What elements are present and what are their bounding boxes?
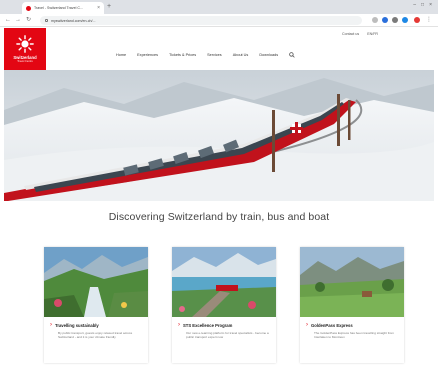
utility-link-contact[interactable]: Contact us [342, 32, 359, 36]
bookmark-star-icon[interactable] [372, 17, 378, 23]
teaser-cards: › Travelling sustainably By public trans… [44, 247, 404, 363]
minimize-icon[interactable]: – [413, 3, 416, 8]
browser-tab-bar: Travel - Switzerland Travel C... × + – □… [0, 0, 438, 14]
sun-logo-icon [16, 34, 34, 53]
address-bar[interactable]: myswitzerland.com/en-ch/... [40, 16, 362, 25]
card-image-valley [300, 247, 404, 317]
maximize-icon[interactable]: □ [421, 3, 424, 8]
profile-avatar-icon[interactable] [414, 17, 420, 23]
logo-subtext: Travel Centre [17, 60, 33, 64]
nav-item-about[interactable]: About Us [233, 53, 249, 57]
reload-icon[interactable]: ↻ [26, 17, 31, 23]
nav-item-home[interactable]: Home [116, 53, 126, 57]
browser-tab-title: Travel - Switzerland Travel C... [34, 6, 83, 10]
nav-item-tickets[interactable]: Tickets & Prices [169, 53, 196, 57]
new-tab-button[interactable]: + [107, 3, 111, 10]
address-url: myswitzerland.com/en-ch/... [51, 18, 96, 23]
teaser-card[interactable]: › GoldenPass Express The GoldenPass Expr… [300, 247, 404, 363]
site-logo[interactable]: Switzerland Travel Centre [4, 28, 46, 70]
browser-toolbar: ← → ↻ myswitzerland.com/en-ch/... ⋮ [0, 14, 438, 27]
chevron-right-icon: › [178, 322, 180, 328]
site-favicon-icon [26, 5, 31, 11]
chevron-right-icon: › [306, 322, 308, 328]
card-image-lake-train [172, 247, 276, 317]
card-text: Our new e-learning platform for travel s… [186, 331, 269, 340]
card-title: Travelling sustainably [55, 322, 99, 328]
nav-item-downloads[interactable]: Downloads [259, 53, 278, 57]
back-icon[interactable]: ← [5, 17, 11, 23]
card-title: STS Excellence Program [183, 322, 233, 328]
browser-menu-icon[interactable]: ⋮ [426, 17, 432, 23]
teaser-card[interactable]: › Travelling sustainably By public trans… [44, 247, 148, 363]
utility-nav: Contact us EN/FR [342, 32, 378, 36]
page-headline: Discovering Switzerland by train, bus an… [108, 211, 330, 223]
nav-item-services[interactable]: Services [207, 53, 222, 57]
card-text: The GoldenPass Express has been travelli… [314, 331, 394, 340]
extension-icon[interactable] [382, 17, 388, 23]
card-text: By public transport, guests enjoy relaxe… [58, 331, 133, 340]
tab-close-icon[interactable]: × [97, 5, 100, 11]
language-switch[interactable]: EN/FR [367, 32, 378, 36]
extension-icon[interactable] [392, 17, 398, 23]
card-image-waterfall [44, 247, 148, 317]
nav-item-experiences[interactable]: Experiences [137, 53, 158, 57]
card-title: GoldenPass Express [311, 322, 353, 328]
search-icon[interactable] [289, 52, 295, 58]
site-header: Switzerland Travel Centre Contact us EN/… [0, 28, 438, 70]
chevron-right-icon: › [50, 322, 52, 328]
window-close-icon[interactable]: × [429, 3, 432, 8]
lock-icon [45, 19, 48, 22]
teaser-card[interactable]: › STS Excellence Program Our new e-learn… [172, 247, 276, 363]
extension-icon[interactable] [402, 17, 408, 23]
window-controls: – □ × [413, 3, 432, 8]
browser-tab[interactable]: Travel - Switzerland Travel C... × [22, 2, 104, 14]
main-nav: Home Experiences Tickets & Prices Servic… [116, 52, 295, 58]
hero-train-illustration [4, 70, 434, 201]
forward-icon[interactable]: → [15, 17, 21, 23]
logo-text: Switzerland [13, 54, 37, 60]
hero-image [4, 70, 434, 201]
